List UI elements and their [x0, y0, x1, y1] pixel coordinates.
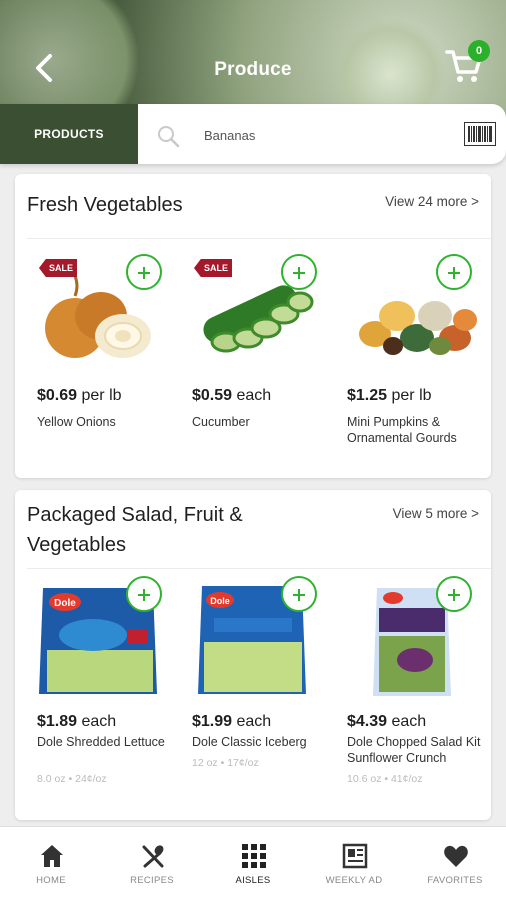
heart-icon — [444, 845, 468, 867]
product-name: Mini Pumpkins & Ornamental Gourds — [347, 415, 457, 445]
product-price: $0.69 per lb — [37, 387, 122, 404]
svg-text:Dole: Dole — [54, 598, 76, 609]
aisles-icon — [242, 844, 266, 868]
home-icon — [41, 845, 63, 867]
add-to-cart-button[interactable] — [126, 576, 162, 612]
product-tile[interactable]: SALE $0.69 per lb Yellow Onions — [35, 246, 185, 456]
nav-label: FAVORITES — [427, 875, 483, 886]
nav-weekly-ad[interactable]: WEEKLY AD — [304, 827, 404, 900]
product-tile[interactable]: Dole $1.89 each Dole Shredded Lettuce 8.… — [35, 576, 185, 810]
svg-text:Dole: Dole — [210, 596, 230, 606]
section-title: Packaged Salad, Fruit & Vegetables — [27, 504, 243, 556]
product-price: $1.89 each — [37, 713, 117, 730]
divider — [27, 568, 491, 569]
product-name: Cucumber — [192, 415, 250, 429]
product-price: $1.99 each — [192, 713, 272, 730]
cart-count-badge: 0 — [468, 40, 490, 62]
recipes-icon — [142, 845, 164, 868]
view-more-link[interactable]: View 24 more > — [385, 194, 479, 209]
nav-label: HOME — [36, 875, 66, 886]
nav-label: WEEKLY AD — [325, 875, 383, 886]
barcode-scanner-icon[interactable] — [464, 122, 496, 146]
sale-badge: SALE — [39, 259, 77, 277]
product-price: $1.25 per lb — [347, 387, 432, 404]
product-name: Dole Chopped Salad Kit Sunflower Crunch — [347, 735, 481, 765]
nav-favorites[interactable]: FAVORITES — [405, 827, 505, 900]
product-tile[interactable]: $1.25 per lb Mini Pumpkins & Ornamental … — [345, 246, 495, 456]
weekly-ad-icon — [342, 843, 368, 869]
product-tile[interactable]: SALE $0.59 each Cucumber — [190, 246, 340, 456]
sale-badge: SALE — [194, 259, 232, 277]
product-price: $4.39 each — [347, 713, 427, 730]
product-tile[interactable]: Dole $1.99 each Dole Classic Iceberg 12 … — [190, 576, 340, 810]
page-title: Produce — [214, 59, 292, 80]
nav-label: AISLES — [235, 875, 271, 886]
add-to-cart-button[interactable] — [436, 254, 472, 290]
product-size: 8.0 oz • 24¢/oz — [37, 773, 107, 785]
divider — [27, 238, 491, 239]
section-card: Packaged Salad, Fruit & Vegetables View … — [15, 490, 491, 820]
section-title: Fresh Vegetables — [27, 194, 183, 216]
products-tab[interactable]: PRODUCTS — [0, 104, 138, 164]
search-input[interactable] — [196, 122, 436, 148]
product-price: $0.59 each — [192, 387, 272, 404]
product-name: Dole Shredded Lettuce — [37, 735, 165, 749]
product-size: 10.6 oz • 41¢/oz — [347, 773, 423, 785]
product-name: Dole Classic Iceberg — [192, 735, 307, 749]
product-size: 12 oz • 17¢/oz — [192, 757, 259, 769]
search-icon — [158, 126, 180, 148]
add-to-cart-button[interactable] — [436, 576, 472, 612]
section-card: Fresh Vegetables View 24 more > SALE $0.… — [15, 174, 491, 478]
product-list: Fresh Vegetables View 24 more > SALE $0.… — [0, 164, 506, 826]
view-more-link[interactable]: View 5 more > — [393, 506, 479, 521]
nav-aisles[interactable]: AISLES — [203, 827, 303, 900]
product-name: Yellow Onions — [37, 415, 116, 429]
bottom-nav: HOME RECIPES AISLES WEEKLY AD FAVORITES — [0, 826, 506, 900]
search-bar: PRODUCTS — [0, 104, 506, 164]
nav-home[interactable]: HOME — [1, 827, 101, 900]
product-tile[interactable]: $4.39 each Dole Chopped Salad Kit Sunflo… — [345, 576, 495, 810]
nav-label: RECIPES — [130, 875, 174, 886]
add-to-cart-button[interactable] — [281, 254, 317, 290]
nav-recipes[interactable]: RECIPES — [102, 827, 202, 900]
add-to-cart-button[interactable] — [281, 576, 317, 612]
add-to-cart-button[interactable] — [126, 254, 162, 290]
